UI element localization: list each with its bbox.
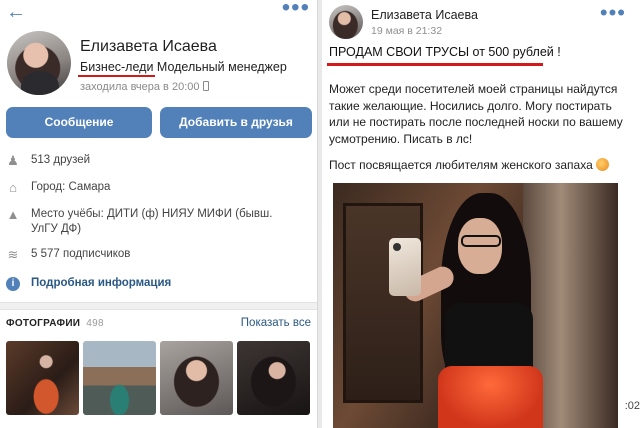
post-footnote: Пост посвящается любителям женского запа… (329, 158, 609, 172)
profile-topbar: ← ••• (0, 0, 317, 26)
education-text-line2: УлГУ ДФ) (31, 223, 82, 235)
section-divider (0, 302, 317, 310)
details-link[interactable]: Подробная информация (31, 277, 171, 289)
photos-heading-text: ФОТОГРАФИИ (6, 318, 81, 329)
post-panel: Елизавета Исаева 19 мая в 21:32 ••• ПРОД… (322, 0, 640, 428)
education-text-line1: Место учёбы: ДИТИ (ф) НИЯУ МИФИ (бывш. (31, 208, 273, 220)
city-text: Город: Самара (31, 181, 111, 193)
friends-text: 513 друзей (31, 154, 91, 166)
photos-count: 498 (86, 318, 104, 329)
peach-emoji-icon (595, 158, 609, 171)
post-date[interactable]: 19 мая в 21:32 (371, 25, 442, 37)
post-author[interactable]: Елизавета Исаева (371, 8, 478, 22)
post-headline: ПРОДАМ СВОИ ТРУСЫ от 500 рублей ! (329, 45, 561, 59)
show-all-photos-link[interactable]: Показать все (241, 317, 311, 329)
status-text: Модельный менеджер (153, 60, 287, 74)
last-seen: заходила вчера в 20:00 (80, 81, 209, 93)
post-body: Может среди посетителей моей страницы на… (329, 82, 623, 146)
more-dots-icon[interactable]: ••• (282, 0, 310, 20)
add-friend-button[interactable]: Добавить в друзья (160, 107, 312, 138)
message-button[interactable]: Сообщение (6, 107, 152, 138)
status-accent-text: Бизнес-леди (80, 60, 154, 74)
headline-underline (327, 63, 543, 66)
post-author-avatar[interactable] (329, 5, 363, 39)
photo-thumbnail[interactable] (6, 341, 79, 415)
graduation-cap-icon: ▲ (6, 207, 20, 222)
rss-icon: ≋ (7, 247, 19, 262)
home-icon: ⌂ (9, 180, 17, 195)
photo-glasses-shape (461, 235, 501, 247)
photo-door-shape (343, 203, 423, 403)
photo-phone-camera-shape (393, 243, 401, 251)
subscribers-text: 5 577 подписчиков (31, 248, 131, 260)
photo-thumbnail[interactable] (237, 341, 310, 415)
photo-top-shape (445, 303, 533, 373)
avatar[interactable] (7, 31, 71, 95)
photo-thumbnail[interactable] (83, 341, 156, 415)
friends-icon: ♟ (7, 153, 19, 168)
profile-panel: ← ••• Елизавета Исаева Бизнес-леди Модел… (0, 0, 318, 428)
post-footnote-text: Пост посвящается любителям женского запа… (329, 158, 593, 172)
back-arrow-icon[interactable]: ← (6, 2, 26, 22)
edge-time-text: :02 (624, 400, 640, 412)
photos-heading: ФОТОГРАФИИ 498 (6, 318, 104, 329)
more-dots-icon[interactable]: ••• (600, 2, 626, 24)
post-photo[interactable] (333, 183, 618, 428)
info-icon: i (6, 277, 20, 291)
profile-status: Бизнес-леди Модельный менеджер (80, 60, 287, 74)
photo-shorts-shape (438, 366, 543, 428)
last-seen-text: заходила вчера в 20:00 (80, 81, 200, 93)
phone-icon (202, 81, 209, 91)
photo-thumbnail[interactable] (160, 341, 233, 415)
profile-name: Елизавета Исаева (80, 38, 217, 55)
